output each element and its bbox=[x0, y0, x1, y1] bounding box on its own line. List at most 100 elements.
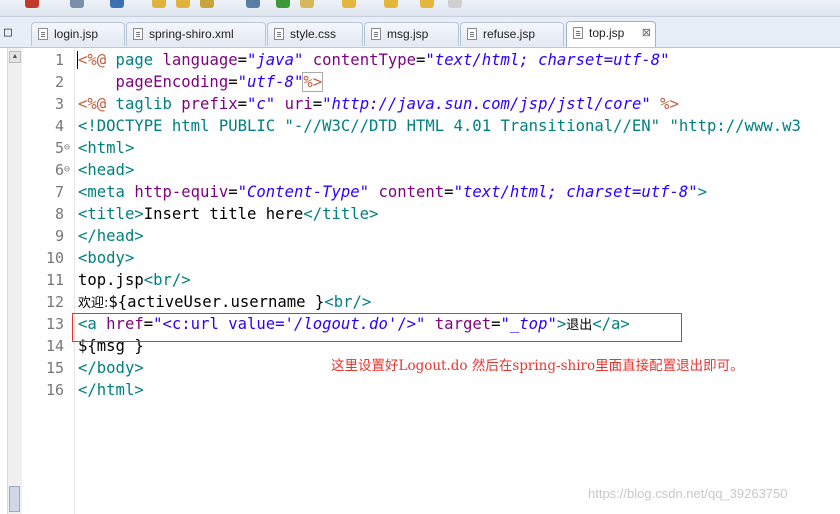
code-line-4[interactable]: <!DOCTYPE html PUBLIC "-//W3C//DTD HTML … bbox=[78, 115, 801, 137]
jsp-file-icon bbox=[371, 28, 381, 40]
br-tag: <br/> bbox=[143, 271, 191, 289]
equals: = bbox=[228, 73, 238, 91]
attribute-value: "text/html; charset=utf-8" bbox=[425, 51, 670, 69]
jsp-directive-open: <%@ bbox=[78, 95, 107, 113]
tag-open: <title> bbox=[78, 205, 144, 223]
tab-spring-shiro-xml[interactable]: spring-shiro.xml bbox=[126, 22, 266, 46]
attribute-name: contentType bbox=[303, 51, 417, 69]
line-number: 15 bbox=[45, 359, 64, 377]
close-tab-icon[interactable]: ⊠ bbox=[642, 22, 651, 44]
attribute-name: prefix bbox=[181, 95, 238, 113]
line-number: 11 bbox=[45, 271, 64, 289]
new-folder-icon[interactable] bbox=[176, 0, 190, 8]
attribute-value: "utf-8" bbox=[237, 73, 304, 91]
welcome-text: 欢迎: bbox=[78, 296, 109, 311]
attribute-value: "c" bbox=[247, 95, 276, 113]
equals: = bbox=[312, 95, 323, 113]
line-number: 3 bbox=[54, 95, 64, 113]
tab-label: top.jsp bbox=[589, 26, 625, 40]
code-line-7[interactable]: <meta http-equiv="Content-Type" content=… bbox=[78, 181, 707, 203]
br-tag: <br/> bbox=[324, 293, 372, 311]
jsp-file-icon bbox=[573, 27, 583, 39]
tab-label: style.css bbox=[290, 27, 337, 41]
wand-icon[interactable] bbox=[200, 0, 214, 8]
code-line-8[interactable]: <title>Insert title here</title> bbox=[78, 203, 378, 225]
highlight-box bbox=[72, 313, 682, 342]
body-text: top.jsp bbox=[78, 271, 144, 289]
back-icon[interactable] bbox=[384, 0, 398, 8]
tab-msg-jsp[interactable]: msg.jsp bbox=[364, 22, 459, 46]
attribute-value: "java" bbox=[247, 51, 304, 69]
line-number: 9 bbox=[54, 227, 64, 245]
line-number: 10 bbox=[45, 249, 64, 267]
equals: = bbox=[228, 183, 238, 201]
fold-collapse-icon[interactable]: ⊖ bbox=[64, 159, 70, 181]
scrollbar-thumb[interactable] bbox=[9, 486, 20, 512]
main-toolbar bbox=[0, 0, 840, 17]
code-line-2[interactable]: pageEncoding="utf-8"%> bbox=[78, 71, 324, 93]
attribute-name: http-equiv bbox=[134, 183, 229, 201]
equals: = bbox=[416, 51, 426, 69]
jsp-directive-open: <%@ bbox=[78, 51, 107, 69]
line-number: 2 bbox=[54, 73, 64, 91]
attribute-value: "http://java.sun.com/jsp/jstl/core" bbox=[322, 95, 651, 113]
jsp-directive-close: %> bbox=[650, 95, 679, 113]
line-number: 4 bbox=[54, 117, 64, 135]
overview-scrollbar[interactable]: ▲ bbox=[7, 48, 23, 514]
run-config-icon[interactable] bbox=[70, 0, 84, 8]
line-number: 5 bbox=[54, 139, 64, 157]
attribute-value: "text/html; charset=utf-8" bbox=[453, 183, 698, 201]
attribute-name: pageEncoding bbox=[78, 73, 229, 91]
line-number: 13 bbox=[45, 315, 64, 333]
code-line-11[interactable]: top.jsp<br/> bbox=[78, 269, 191, 291]
tab-label: msg.jsp bbox=[387, 27, 429, 41]
line-number: 1 bbox=[54, 51, 64, 69]
code-line-5[interactable]: <html> bbox=[78, 137, 134, 159]
nav-arrow-icon[interactable] bbox=[448, 0, 462, 8]
tab-top-jsp[interactable]: top.jsp ⊠ bbox=[566, 21, 656, 47]
tab-login-jsp[interactable]: login.jsp bbox=[31, 22, 125, 46]
code-line-1[interactable]: <%@ page language="java" contentType="te… bbox=[78, 49, 670, 71]
minimized-panel[interactable]: □ bbox=[0, 17, 26, 47]
annotation-note: 这里设置好Logout.do 然后在spring-shiro里面直接配置退出即可… bbox=[331, 358, 744, 374]
fold-collapse-icon[interactable]: ⊖ bbox=[64, 137, 70, 159]
tab-refuse-jsp[interactable]: refuse.jsp bbox=[460, 22, 564, 46]
open-folder-icon[interactable] bbox=[152, 0, 166, 8]
tag-open: <meta bbox=[78, 183, 135, 201]
tab-style-css[interactable]: style.css bbox=[267, 22, 363, 46]
search-icon[interactable] bbox=[300, 0, 314, 8]
code-line-16[interactable]: </html> bbox=[78, 379, 144, 401]
tag-close: </title> bbox=[303, 205, 379, 223]
line-number: 14 bbox=[45, 337, 64, 355]
restore-panel-icon[interactable]: □ bbox=[4, 25, 12, 40]
code-line-6[interactable]: <head> bbox=[78, 159, 134, 181]
scroll-up-arrow-icon[interactable]: ▲ bbox=[9, 51, 21, 63]
line-number: 8 bbox=[54, 205, 64, 223]
server-icon[interactable] bbox=[110, 0, 124, 8]
text-cursor bbox=[77, 51, 78, 69]
run-icon[interactable] bbox=[276, 0, 290, 8]
attribute-name: content bbox=[369, 183, 445, 201]
attribute-value: "Content-Type" bbox=[237, 183, 370, 201]
jsp-file-icon bbox=[38, 28, 48, 40]
code-line-15[interactable]: </body> bbox=[78, 357, 144, 379]
tab-label: spring-shiro.xml bbox=[149, 27, 234, 41]
equals: = bbox=[237, 51, 248, 69]
code-line-10[interactable]: <body> bbox=[78, 247, 134, 269]
code-line-3[interactable]: <%@ taglib prefix="c" uri="http://java.s… bbox=[78, 93, 679, 115]
code-line-12[interactable]: 欢迎:${activeUser.username }<br/> bbox=[78, 291, 371, 315]
el-expression: ${activeUser.username } bbox=[108, 293, 325, 311]
globe-icon[interactable] bbox=[246, 0, 260, 8]
attribute-name: uri bbox=[275, 95, 313, 113]
equals: = bbox=[444, 183, 454, 201]
tab-label: refuse.jsp bbox=[483, 27, 536, 41]
line-number: 16 bbox=[45, 381, 64, 399]
line-number: 12 bbox=[45, 293, 64, 311]
bookmark-icon[interactable] bbox=[342, 0, 356, 8]
code-line-9[interactable]: </head> bbox=[78, 225, 144, 247]
debug-icon[interactable] bbox=[25, 0, 39, 8]
attribute-name: language bbox=[162, 51, 238, 69]
forward-icon[interactable] bbox=[420, 0, 434, 8]
title-text: Insert title here bbox=[143, 205, 304, 223]
equals: = bbox=[237, 95, 248, 113]
